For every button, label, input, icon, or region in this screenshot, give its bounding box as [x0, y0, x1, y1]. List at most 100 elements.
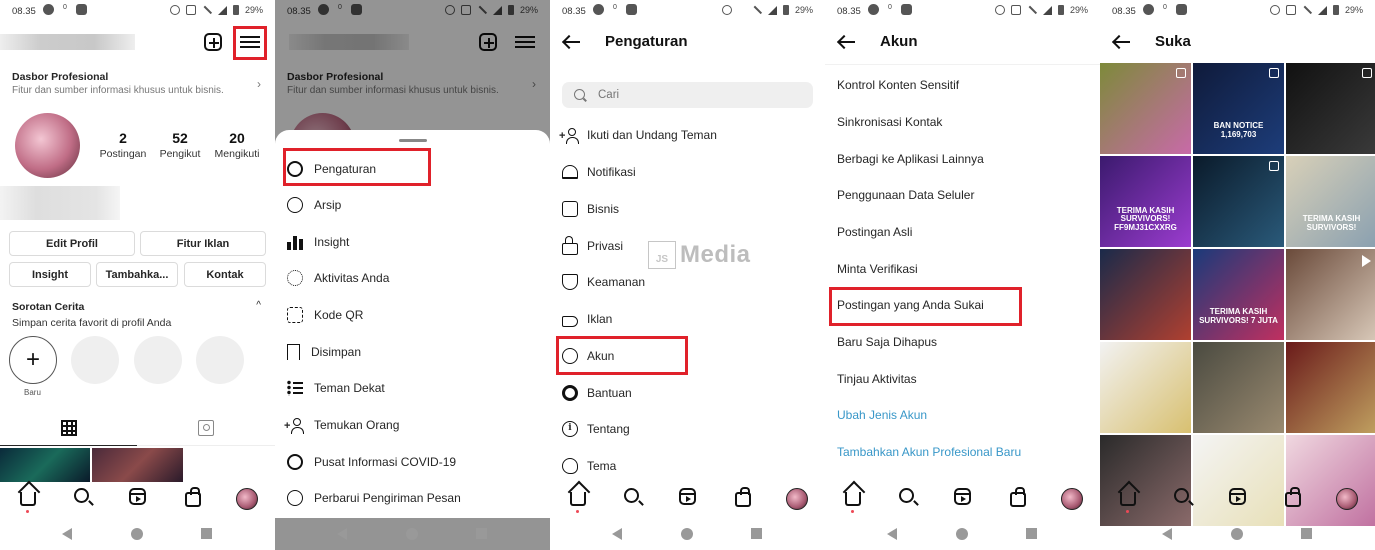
menu-item-qr-code[interactable]: Kode QR: [287, 305, 363, 325]
settings-item-ads[interactable]: Iklan: [562, 309, 612, 329]
liked-post-thumbnail[interactable]: TERIMA KASIH SURVIVORS!: [1286, 156, 1375, 247]
stat-followers[interactable]: 52 Pengikut: [156, 130, 204, 160]
home-icon[interactable]: [845, 492, 861, 506]
settings-item-privacy[interactable]: Privasi: [562, 236, 623, 256]
switch-account-type-link[interactable]: Ubah Jenis Akun: [837, 408, 927, 422]
reels-icon[interactable]: [129, 488, 146, 505]
profile-avatar-nav[interactable]: [1336, 488, 1358, 510]
account-item[interactable]: Baru Saja Dihapus: [837, 335, 937, 349]
search-input[interactable]: [562, 82, 813, 108]
back-arrow-icon[interactable]: [837, 35, 855, 49]
account-item[interactable]: Kontrol Konten Sensitif: [837, 78, 959, 92]
settings-item-business[interactable]: Bisnis: [562, 199, 619, 219]
reels-icon[interactable]: [954, 488, 971, 505]
menu-item-label: Kode QR: [314, 308, 364, 322]
professional-dashboard[interactable]: Dasbor Profesional Fitur dan sumber info…: [0, 66, 275, 104]
shop-icon[interactable]: [1010, 487, 1026, 507]
search-icon[interactable]: [74, 488, 89, 503]
menu-item-messaging-update[interactable]: Perbarui Pengiriman Pesan: [287, 488, 461, 508]
liked-post-thumbnail[interactable]: [1100, 342, 1191, 433]
profile-avatar-nav[interactable]: [1061, 488, 1083, 510]
menu-item-insight[interactable]: Insight: [287, 232, 349, 252]
shop-icon[interactable]: [1285, 487, 1301, 507]
menu-item-saved[interactable]: Disimpan: [287, 342, 361, 362]
account-item[interactable]: Penggunaan Data Seluler: [837, 188, 974, 202]
reels-icon[interactable]: [679, 488, 696, 505]
post-thumbnail[interactable]: [92, 448, 183, 482]
menu-item-activity[interactable]: Aktivitas Anda: [287, 268, 389, 288]
username-blurred: [0, 34, 135, 50]
system-back-icon[interactable]: [887, 528, 897, 540]
settings-item-notifications[interactable]: Notifikasi: [562, 162, 636, 182]
system-recents-icon[interactable]: [476, 528, 487, 539]
back-arrow-icon[interactable]: [562, 35, 580, 49]
menu-item-discover-people[interactable]: + Temukan Orang: [284, 415, 399, 435]
system-recents-icon[interactable]: [1301, 528, 1312, 539]
edit-profile-button[interactable]: Edit Profil: [9, 231, 135, 256]
system-back-icon[interactable]: [1162, 528, 1172, 540]
account-item[interactable]: Minta Verifikasi: [837, 262, 918, 276]
search-icon[interactable]: [899, 488, 914, 503]
system-back-icon[interactable]: [62, 528, 72, 540]
stat-following[interactable]: 20 Mengikuti: [210, 130, 264, 160]
liked-post-thumbnail[interactable]: TERIMA KASIH SURVIVORS! FF9MJ31CXXRG: [1100, 156, 1191, 247]
liked-post-thumbnail[interactable]: BAN NOTICE 1,169,703: [1193, 63, 1284, 154]
profile-avatar[interactable]: [15, 113, 80, 178]
liked-post-thumbnail[interactable]: [1193, 342, 1284, 433]
system-home-icon[interactable]: [406, 528, 418, 540]
liked-post-thumbnail[interactable]: [1100, 249, 1191, 340]
account-item[interactable]: Berbagi ke Aplikasi Lainnya: [837, 152, 984, 166]
reels-icon[interactable]: [1229, 488, 1246, 505]
grid-tab-icon[interactable]: [61, 420, 77, 436]
settings-item-theme[interactable]: Tema: [562, 456, 616, 476]
post-caption-overlay: TERIMA KASIH SURVIVORS!: [1302, 214, 1361, 233]
system-back-icon[interactable]: [337, 528, 347, 540]
drag-handle[interactable]: [399, 139, 427, 142]
liked-post-thumbnail[interactable]: [1100, 63, 1191, 154]
liked-post-thumbnail[interactable]: [1286, 63, 1375, 154]
system-recents-icon[interactable]: [751, 528, 762, 539]
settings-item-follow-invite[interactable]: + Ikuti dan Undang Teman: [559, 125, 717, 145]
liked-post-thumbnail[interactable]: TERIMA KASIH SURVIVORS! 7 JUTA: [1193, 249, 1284, 340]
liked-post-thumbnail[interactable]: [1286, 342, 1375, 433]
create-post-icon[interactable]: [204, 33, 222, 51]
system-home-icon[interactable]: [131, 528, 143, 540]
shop-icon[interactable]: [185, 487, 201, 507]
post-thumbnail[interactable]: [0, 448, 90, 482]
profile-avatar-nav[interactable]: [236, 488, 258, 510]
system-recents-icon[interactable]: [201, 528, 212, 539]
new-highlight-button[interactable]: +: [9, 336, 57, 384]
menu-item-archive[interactable]: Arsip: [287, 195, 341, 215]
settings-item-about[interactable]: i Tentang: [562, 419, 630, 439]
account-item[interactable]: Sinkronisasi Kontak: [837, 115, 942, 129]
menu-item-covid-info[interactable]: Pusat Informasi COVID-19: [287, 452, 456, 472]
add-button[interactable]: Tambahka...: [96, 262, 178, 287]
back-arrow-icon[interactable]: [1112, 35, 1130, 49]
system-recents-icon[interactable]: [1026, 528, 1037, 539]
shop-icon[interactable]: [735, 487, 751, 507]
system-home-icon[interactable]: [956, 528, 968, 540]
home-icon[interactable]: [570, 492, 586, 506]
system-home-icon[interactable]: [681, 528, 693, 540]
add-professional-account-link[interactable]: Tambahkan Akun Profesional Baru: [837, 445, 1021, 459]
profile-avatar-nav[interactable]: [786, 488, 808, 510]
liked-post-thumbnail[interactable]: [1286, 249, 1375, 340]
insight-button[interactable]: Insight: [9, 262, 91, 287]
menu-item-close-friends[interactable]: Teman Dekat: [287, 378, 385, 398]
account-item[interactable]: Tinjau Aktivitas: [837, 372, 917, 386]
search-icon[interactable]: [1174, 488, 1189, 503]
tagged-tab-icon[interactable]: [198, 420, 214, 436]
collapse-caret-icon[interactable]: ^: [256, 300, 261, 311]
home-icon[interactable]: [1120, 492, 1136, 506]
home-icon[interactable]: [20, 492, 36, 506]
liked-post-thumbnail[interactable]: [1193, 156, 1284, 247]
search-icon[interactable]: [624, 488, 639, 503]
system-home-icon[interactable]: [1231, 528, 1243, 540]
contact-button[interactable]: Kontak: [184, 262, 266, 287]
ad-tools-button[interactable]: Fitur Iklan: [140, 231, 266, 256]
settings-item-help[interactable]: Bantuan: [562, 383, 632, 403]
account-item[interactable]: Postingan Asli: [837, 225, 912, 239]
stat-posts[interactable]: 2 Postingan: [98, 130, 148, 160]
settings-item-security[interactable]: Keamanan: [562, 272, 645, 292]
system-back-icon[interactable]: [612, 528, 622, 540]
